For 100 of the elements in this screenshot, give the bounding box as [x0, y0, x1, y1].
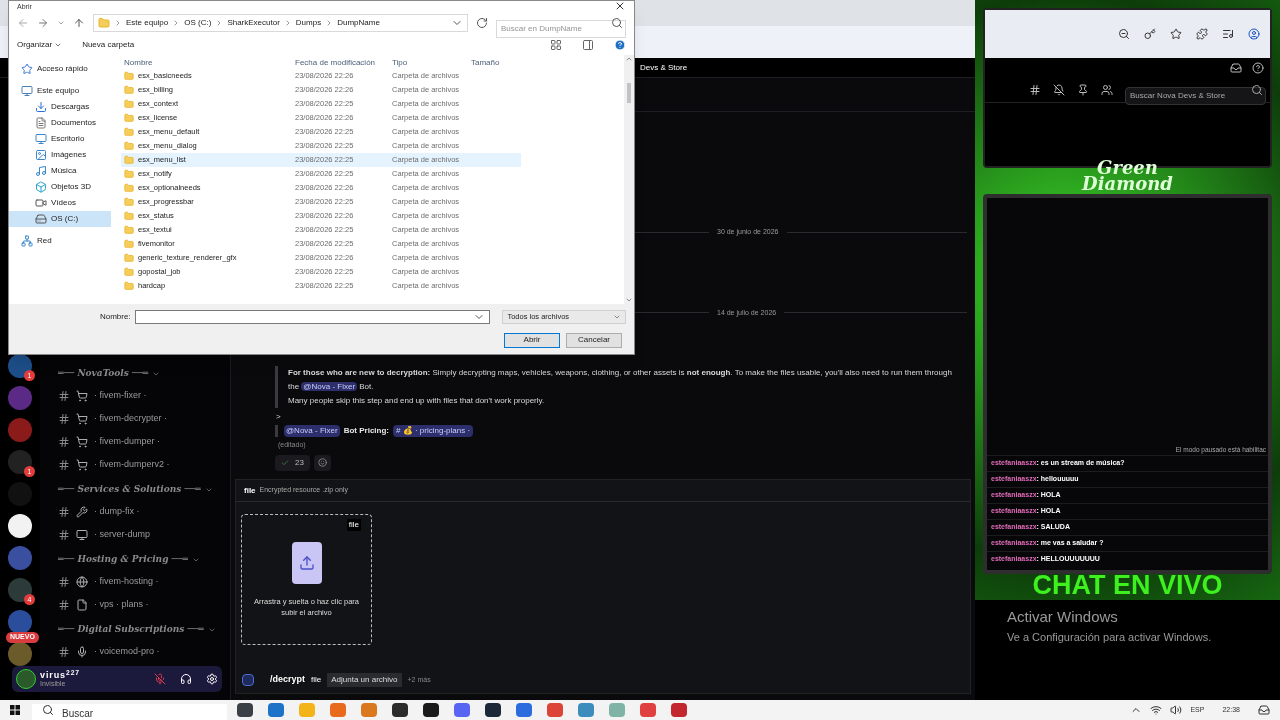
volume-icon[interactable] — [1170, 704, 1183, 716]
channel-item[interactable]: · fivem-dumperv2 · — [58, 453, 230, 476]
nav-item[interactable]: OS (C:) — [9, 211, 111, 227]
pin-icon[interactable] — [1077, 84, 1089, 96]
open-button[interactable]: Abrir — [504, 332, 560, 348]
channel-item[interactable]: · dump-fix · — [58, 500, 230, 523]
channel-item[interactable]: · voicemod-pro · — [58, 640, 230, 663]
nav-item[interactable]: Escritorio — [9, 131, 111, 147]
taskbar-search[interactable]: Buscar — [32, 703, 227, 720]
dropdown-icon[interactable] — [613, 313, 621, 321]
nav-item[interactable]: Documentos — [9, 115, 111, 131]
back-icon[interactable] — [17, 17, 29, 29]
forward-icon[interactable] — [37, 17, 49, 29]
mute-icon[interactable] — [154, 673, 166, 685]
collapse-icon[interactable] — [191, 556, 200, 564]
history-icon[interactable] — [57, 19, 65, 27]
server-name[interactable]: Devs & Store — [640, 61, 688, 74]
avatar[interactable] — [16, 669, 36, 689]
refresh-icon[interactable] — [476, 17, 488, 29]
caret-icon[interactable] — [54, 41, 63, 49]
nav-item-icon — [35, 197, 47, 209]
wifi-icon[interactable] — [1150, 704, 1163, 716]
headphones-icon[interactable] — [180, 673, 192, 685]
scroll-up-icon[interactable] — [625, 55, 633, 63]
profile-icon[interactable] — [1248, 28, 1260, 40]
column-header[interactable]: Tipo — [392, 57, 471, 69]
breadcrumb[interactable]: SharkExecutor — [227, 17, 280, 29]
channel-item[interactable]: · server-dump — [58, 523, 230, 546]
channel-item[interactable]: · fivem-hosting · — [58, 570, 230, 593]
address-bar[interactable]: Este equipo OS (C:) SharkExecutor Dumps DumpName — [93, 14, 468, 32]
search-field[interactable]: Buscar Nova Devs & Store — [1125, 86, 1266, 105]
mute-bell-icon[interactable] — [1053, 84, 1065, 96]
breadcrumb[interactable]: Este equipo — [126, 17, 169, 29]
category-header[interactable]: ═── Hosting & Pricing ──═ — [58, 553, 188, 567]
channel-item[interactable]: · fivem-decrypter · — [58, 407, 230, 430]
column-header[interactable]: Nombre — [121, 57, 295, 69]
category-header[interactable]: ═── NovaTools ──═ — [58, 367, 149, 381]
category-header[interactable]: ═── Digital Subscriptions ──═ — [58, 623, 204, 637]
close-icon[interactable] — [614, 0, 626, 12]
nav-item[interactable]: Descargas — [9, 99, 111, 115]
channel-item[interactable]: · fivem-fixer · — [58, 384, 230, 407]
view-icon[interactable] — [550, 39, 562, 51]
windows-icon[interactable] — [10, 705, 20, 715]
media-icon[interactable] — [1222, 28, 1234, 40]
bot-avatar — [242, 674, 254, 686]
folder-icon — [124, 127, 134, 137]
up-icon[interactable] — [73, 17, 85, 29]
cancel-button[interactable]: Cancelar — [566, 332, 622, 348]
settings-icon[interactable] — [206, 673, 218, 685]
hash-icon — [58, 458, 70, 471]
filename-field[interactable] — [134, 310, 491, 324]
collapse-icon[interactable] — [152, 370, 161, 378]
notifications-icon[interactable] — [1258, 704, 1270, 716]
taskbar-app-icon[interactable] — [485, 703, 501, 717]
help-icon[interactable] — [1252, 62, 1264, 74]
channel-item[interactable]: · vps · plans · — [58, 593, 230, 616]
breadcrumb[interactable]: Dumps — [295, 17, 322, 29]
chevron-icon[interactable] — [114, 19, 122, 27]
search-icon — [1251, 84, 1263, 96]
nav-item[interactable]: Vídeos — [9, 195, 111, 211]
nav-item[interactable]: Objetos 3D — [9, 179, 111, 195]
category-header[interactable]: ═── Services & Solutions ──═ — [58, 483, 201, 497]
breadcrumb[interactable]: OS (C:) — [184, 17, 212, 29]
organize-button[interactable]: Organizar — [17, 39, 53, 51]
add-reaction-button[interactable] — [313, 454, 331, 471]
channel-item[interactable]: · fivem-dumper · — [58, 430, 230, 453]
overlay-title: CHAT EN VIVO — [1031, 570, 1224, 600]
nav-item[interactable]: Red — [9, 233, 111, 249]
key-icon[interactable] — [1144, 28, 1156, 40]
collapse-icon[interactable] — [204, 486, 213, 494]
taskbar-app-icon[interactable] — [423, 703, 439, 717]
taskbar-app-icon[interactable] — [237, 703, 253, 717]
channel-link[interactable]: # 💰 · pricing-plans · — [393, 425, 474, 437]
inbox-icon[interactable] — [1230, 62, 1242, 74]
nav-item[interactable]: Acceso rápido — [9, 61, 111, 77]
scroll-down-icon[interactable] — [625, 296, 633, 304]
reaction-button[interactable]: 23 — [275, 454, 310, 471]
column-header[interactable]: Fecha de modificación — [295, 57, 392, 69]
column-header[interactable]: Tamaño — [471, 57, 521, 69]
members-icon[interactable] — [1101, 84, 1113, 96]
argument-value[interactable]: Adjunta un archivo — [327, 673, 402, 687]
taskbar-app-icon[interactable] — [392, 703, 408, 717]
threads-icon[interactable] — [1029, 84, 1041, 96]
user-mention[interactable]: @Nova - Fixer — [284, 425, 340, 437]
new-folder-button[interactable]: Nueva carpeta — [82, 39, 135, 51]
quote-marker: > — [276, 411, 282, 423]
nav-item[interactable]: Este equipo — [9, 83, 111, 99]
bookmark-icon[interactable] — [1170, 28, 1182, 40]
channel-emoji-icon — [76, 598, 88, 611]
collapse-icon[interactable] — [207, 626, 216, 634]
server-icon[interactable] — [8, 514, 32, 538]
user-mention[interactable]: @Nova - Fixer — [301, 382, 358, 391]
preview-pane-icon[interactable] — [582, 39, 594, 51]
extensions-icon[interactable] — [1196, 28, 1208, 40]
nav-item[interactable]: Imágenes — [9, 147, 111, 163]
scrollbar[interactable] — [624, 55, 634, 304]
zoom-icon[interactable] — [1118, 28, 1130, 40]
breadcrumb[interactable]: DumpName — [337, 17, 380, 29]
scrollbar-thumb[interactable] — [627, 83, 631, 103]
nav-item[interactable]: Música — [9, 163, 111, 179]
